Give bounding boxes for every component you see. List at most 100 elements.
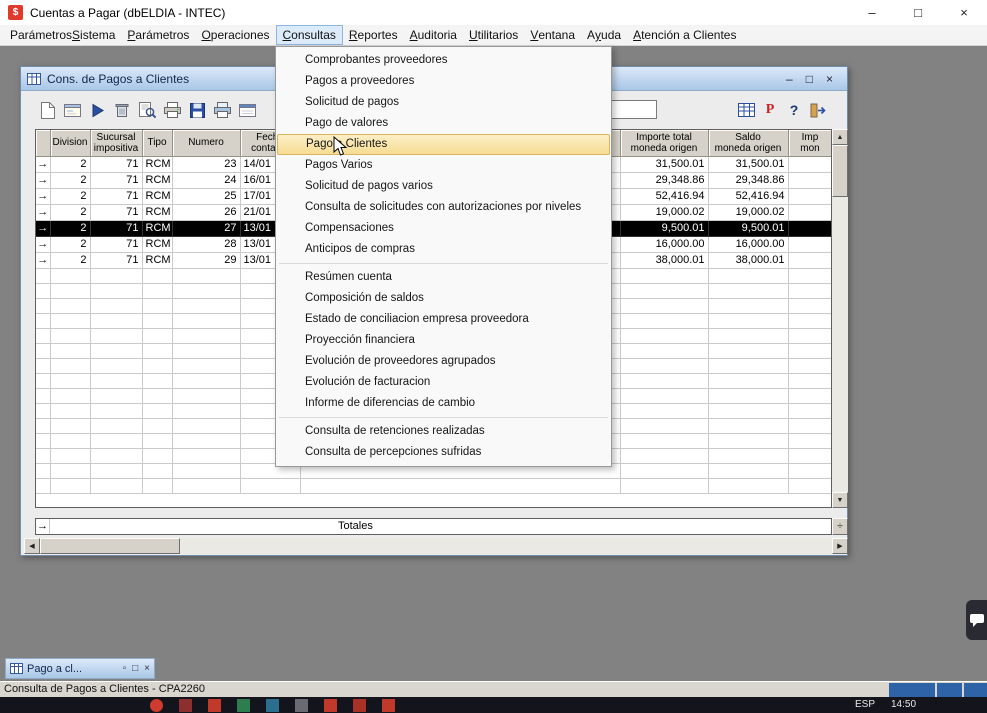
taskbar-app-icon-6[interactable] (295, 699, 308, 712)
consultas-menu: Comprobantes proveedoresPagos a proveedo… (275, 46, 612, 467)
taskbar-icons (150, 699, 395, 712)
app-title: Cuentas a Pagar (dbELDIA - INTEC) (30, 6, 225, 20)
menu-item-solicitud-de-pagos-varios[interactable]: Solicitud de pagos varios (277, 176, 610, 197)
preview-icon[interactable] (135, 98, 159, 122)
save-icon[interactable] (185, 98, 209, 122)
print-setup-icon[interactable] (210, 98, 234, 122)
child-close-button[interactable]: × (826, 72, 833, 86)
grid-cell-importe-mon (788, 220, 832, 236)
column-header-importe-total[interactable]: Importe totalmoneda origen (620, 130, 708, 156)
new-document-icon[interactable] (35, 98, 59, 122)
menu-item-evoluci-n-de-facturacion[interactable]: Evolución de facturacion (277, 372, 610, 393)
grid-cell-saldo: 29,348.86 (708, 172, 788, 188)
print-icon[interactable] (160, 98, 184, 122)
menu-item-solicitud-de-pagos[interactable]: Solicitud de pagos (277, 92, 610, 113)
menu-item-evoluci-n-de-proveedores-agrupados[interactable]: Evolución de proveedores agrupados (277, 351, 610, 372)
column-header-sucursal-impositiva[interactable]: Sucursalimpositiva (90, 130, 142, 156)
minimized-close-button[interactable]: × (144, 663, 150, 674)
taskbar-language[interactable]: ESP (855, 699, 875, 710)
taskbar-app-icon-4[interactable] (237, 699, 250, 712)
column-header-division[interactable]: Division (50, 130, 90, 156)
app-window: $ Cuentas a Pagar (dbELDIA - INTEC) – □ … (0, 0, 987, 713)
menubar-item-utilitarios[interactable]: Utilitarios (463, 25, 524, 45)
menubar-item-atenci-n-a-clientes[interactable]: Atención a Clientes (627, 25, 742, 45)
column-header-importe-mon[interactable]: Impmon (788, 130, 832, 156)
menu-item-proyecci-n-financiera[interactable]: Proyección financiera (277, 330, 610, 351)
totals-spin-control[interactable]: ÷ (832, 518, 848, 535)
menu-item-res-men-cuenta[interactable]: Resúmen cuenta (277, 267, 610, 288)
grid-cell-importe-total: 31,500.01 (620, 156, 708, 172)
menu-item-consulta-de-percepciones-sufridas[interactable]: Consulta de percepciones sufridas (277, 442, 610, 463)
window-form-icon[interactable] (235, 98, 259, 122)
menu-item-comprobantes-proveedores[interactable]: Comprobantes proveedores (277, 50, 610, 71)
minimized-window[interactable]: Pago a cl... ▫□× (5, 658, 155, 679)
toolbar-left (35, 98, 259, 122)
menubar-item-auditoria[interactable]: Auditoria (404, 25, 463, 45)
grid-empty-row (36, 478, 832, 493)
menu-item-consulta-de-solicitudes-con-autorizaciones[interactable]: Consulta de solicitudes con autorizacion… (277, 197, 610, 218)
help-icon[interactable]: ? (782, 98, 806, 122)
grid-cell-importe-mon (788, 204, 832, 220)
taskbar-clock[interactable]: 14:50 (891, 699, 916, 710)
menu-item-pagos-varios[interactable]: Pagos Varios (277, 155, 610, 176)
grid-cell-tipo: RCM (142, 188, 172, 204)
menu-item-compensaciones[interactable]: Compensaciones (277, 218, 610, 239)
menu-item-composici-n-de-saldos[interactable]: Composición de saldos (277, 288, 610, 309)
menu-item-pagos-a-proveedores[interactable]: Pagos a proveedores (277, 71, 610, 92)
taskbar-app-icon-2[interactable] (179, 699, 192, 712)
menubar-item-reportes[interactable]: Reportes (343, 25, 404, 45)
grid-cell-importe-mon (788, 252, 832, 268)
chat-bubble-button[interactable] (966, 600, 987, 640)
taskbar-app-icon-3[interactable] (208, 699, 221, 712)
menu-item-anticipos-de-compras[interactable]: Anticipos de compras (277, 239, 610, 260)
taskbar-app-icon-7[interactable] (324, 699, 337, 712)
menu-item-estado-de-conciliacion-empresa-proveedora[interactable]: Estado de conciliacion empresa proveedor… (277, 309, 610, 330)
menubar-item-par-metros[interactable]: Parámetros (121, 25, 195, 45)
minimized-window-controls: ▫ □ × (123, 663, 150, 674)
hscroll-thumb[interactable] (40, 538, 180, 554)
execute-icon[interactable] (85, 98, 109, 122)
child-maximize-button[interactable]: □ (806, 72, 813, 86)
menu-item-pago-de-valores[interactable]: Pago de valores (277, 113, 610, 134)
column-header-numero[interactable]: Numero (172, 130, 240, 156)
menubar-item-operaciones[interactable]: Operaciones (195, 25, 275, 45)
maximize-button[interactable]: □ (895, 0, 941, 25)
grid-cell-division: 2 (50, 204, 90, 220)
scroll-up-icon[interactable]: ▲ (832, 129, 848, 145)
statusbar: Consulta de Pagos a Clientes - CPA2260 (0, 681, 987, 697)
minimize-button[interactable]: – (849, 0, 895, 25)
exit-icon[interactable] (806, 98, 830, 122)
row-marker-header (36, 130, 50, 156)
menu-item-informe-de-diferencias-de-cambio[interactable]: Informe de diferencias de cambio (277, 393, 610, 414)
scroll-left-icon[interactable]: ◀ (24, 538, 40, 554)
grid-cell-tipo: RCM (142, 172, 172, 188)
child-minimize-button[interactable]: – (786, 72, 793, 86)
grid-cell-importe-mon (788, 236, 832, 252)
taskbar-app-icon-1[interactable] (150, 699, 163, 712)
taskbar-app-icon-5[interactable] (266, 699, 279, 712)
menu-item-pago-a-clientes[interactable]: Pago a Clientes (277, 134, 610, 155)
menu-item-consulta-de-retenciones-realizadas[interactable]: Consulta de retenciones realizadas (277, 421, 610, 442)
horizontal-scrollbar[interactable]: ◀ ▶ (24, 538, 848, 554)
scroll-down-icon[interactable]: ▼ (832, 492, 848, 508)
menubar-item-consultas[interactable]: Consultas (276, 25, 343, 45)
scroll-right-icon[interactable]: ▶ (832, 538, 848, 554)
close-button[interactable]: × (941, 0, 987, 25)
open-form-icon[interactable] (60, 98, 84, 122)
taskbar-app-icon-8[interactable] (353, 699, 366, 712)
vscroll-thumb[interactable] (832, 145, 848, 197)
menubar-item-par-metros-sistema[interactable]: Parámetros Sistema (4, 25, 121, 45)
grid-cell-importe-total: 19,000.02 (620, 204, 708, 220)
menubar-item-ventana[interactable]: Ventana (524, 25, 581, 45)
totals-percent-icon[interactable]: P (758, 98, 782, 122)
column-header-tipo[interactable]: Tipo (142, 130, 172, 156)
table-view-icon[interactable] (734, 98, 758, 122)
minimized-maximize-button[interactable]: □ (132, 663, 138, 674)
menu-separator (279, 263, 608, 264)
minimized-restore-button[interactable]: ▫ (123, 663, 127, 674)
taskbar-app-icon-9[interactable] (382, 699, 395, 712)
delete-icon[interactable] (110, 98, 134, 122)
column-header-saldo[interactable]: Saldomoneda origen (708, 130, 788, 156)
menubar-item-ayuda[interactable]: Ayuda (581, 25, 627, 45)
vertical-scrollbar[interactable]: ▲ ▼ (832, 129, 848, 508)
